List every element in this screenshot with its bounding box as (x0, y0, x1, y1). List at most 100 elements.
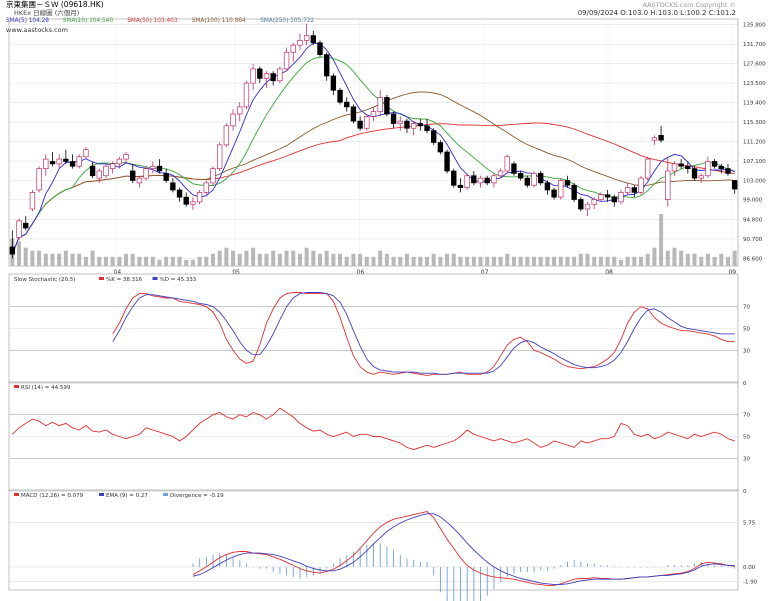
candle-body-66 (451, 170, 457, 186)
chart-title: 京東集團－ＳＷ (09618.HK) (6, 0, 104, 9)
candle-body-89 (604, 194, 611, 198)
volume-bar-88 (598, 256, 603, 266)
divergence-bar-74 (687, 565, 689, 567)
price-tick-0: 86.600 (743, 256, 763, 262)
candle-body-40 (277, 68, 283, 82)
volume-bar-51 (351, 253, 356, 266)
volume-bar-105 (712, 256, 717, 266)
volume-bar-94 (639, 256, 644, 266)
candle-body-67 (457, 184, 464, 188)
volume-bar-95 (645, 253, 650, 266)
stoch-panel-legend-swatch-1 (99, 277, 104, 280)
candle-body-39 (270, 73, 276, 82)
volume-bar-62 (424, 256, 430, 266)
candle-body-35 (243, 82, 250, 108)
divergence-bar-26 (366, 544, 368, 567)
candle-body-70 (477, 177, 484, 184)
volume-bar-32 (224, 247, 229, 266)
candle-body-23 (163, 173, 169, 181)
volume-bar-4 (37, 250, 42, 266)
candle-body-8 (63, 158, 69, 162)
volume-bar-33 (231, 250, 236, 266)
volume-bar-57 (391, 256, 396, 266)
candle-body-99 (671, 163, 678, 172)
divergence-bar-11 (266, 566, 267, 569)
divergence-bar-49 (520, 566, 522, 572)
volume-bar-41 (284, 250, 289, 266)
divergence-bar-32 (406, 558, 408, 567)
month-label-5: 09 (728, 269, 736, 276)
price-tick-8: 119.400 (743, 101, 766, 107)
price-panel: 86.600 90.700 94.800 99.000 103.000 107.100 11… (8, 18, 766, 276)
divergence-bar-5 (225, 555, 227, 567)
volume-bar-73 (498, 256, 503, 266)
volume-bar-103 (699, 256, 704, 266)
volume-bar-22 (157, 259, 162, 266)
stoch-panel-tick-1: 30 (743, 348, 750, 354)
divergence-bar-64 (620, 566, 622, 568)
divergence-bar-9 (252, 566, 254, 568)
candle-body-56 (384, 97, 390, 115)
month-label-1: 05 (232, 269, 240, 276)
divergence-bar-68 (647, 566, 649, 568)
volume-bar-30 (210, 253, 215, 266)
rsi-panel-legend-swatch-0 (14, 385, 19, 388)
volume-bar-67 (458, 256, 463, 266)
candle-body-72 (491, 175, 497, 184)
candle-body-6 (49, 161, 56, 165)
volume-bar-11 (83, 256, 88, 266)
volume-bar-19 (137, 256, 142, 266)
divergence-bar-29 (386, 546, 388, 567)
volume-bar-60 (411, 256, 416, 266)
volume-bar-12 (90, 250, 95, 266)
candle-body-107 (725, 168, 731, 174)
volume-bar-6 (50, 253, 55, 266)
divergence-bar-24 (353, 551, 354, 567)
candle-body-1 (16, 220, 22, 238)
volume-bar-86 (585, 253, 590, 266)
volume-bar-34 (237, 253, 242, 266)
divergence-bar-70 (660, 566, 662, 568)
macd-legend-2: Divergence = -0.19 (170, 493, 224, 499)
candle-body-15 (109, 163, 116, 169)
candle-body-94 (638, 177, 644, 193)
divergence-bar-3 (212, 555, 214, 567)
candle-body-25 (176, 189, 183, 198)
candle-body-95 (645, 158, 651, 179)
candle-body-47 (323, 54, 330, 77)
candle-body-29 (203, 182, 209, 193)
price-tick-6: 111.200 (743, 140, 766, 146)
candle-body-63 (431, 130, 437, 143)
volume-bar-77 (525, 256, 530, 266)
rsi-panel-tick-3: 70 (743, 413, 750, 419)
candle-body-33 (230, 113, 236, 127)
chart-subtitle: HKEx 日線圖 (六個月) (14, 8, 79, 17)
divergence-bar-14 (286, 566, 288, 576)
divergence-bar-67 (640, 566, 642, 568)
candle-body-77 (524, 177, 531, 186)
divergence-bar-65 (627, 566, 629, 568)
divergence-bar-28 (379, 543, 381, 567)
volume-bar-97 (659, 214, 664, 266)
candle-body-13 (96, 170, 102, 179)
candle-body-0 (9, 246, 16, 255)
divergence-bar-61 (600, 565, 602, 567)
candle-body-4 (36, 168, 42, 191)
volume-bar-66 (451, 253, 456, 266)
divergence-bar-0 (192, 563, 194, 567)
candle-body-62 (424, 125, 430, 131)
divergence-bar-36 (433, 566, 435, 576)
rsi-panel-tick-0: 0 (743, 489, 747, 495)
divergence-bar-2 (205, 556, 207, 567)
candle-body-10 (76, 156, 82, 167)
candle-body-42 (290, 44, 296, 53)
volume-bar-83 (565, 256, 570, 266)
volume-bar-47 (324, 250, 329, 266)
divergence-bar-21 (332, 563, 334, 567)
candle-body-97 (658, 135, 664, 141)
volume-bar-25 (177, 256, 182, 266)
candle-body-5 (43, 158, 49, 169)
volume-bar-108 (732, 250, 737, 266)
volume-bar-91 (618, 259, 623, 266)
price-tick-3: 99.000 (743, 198, 763, 204)
